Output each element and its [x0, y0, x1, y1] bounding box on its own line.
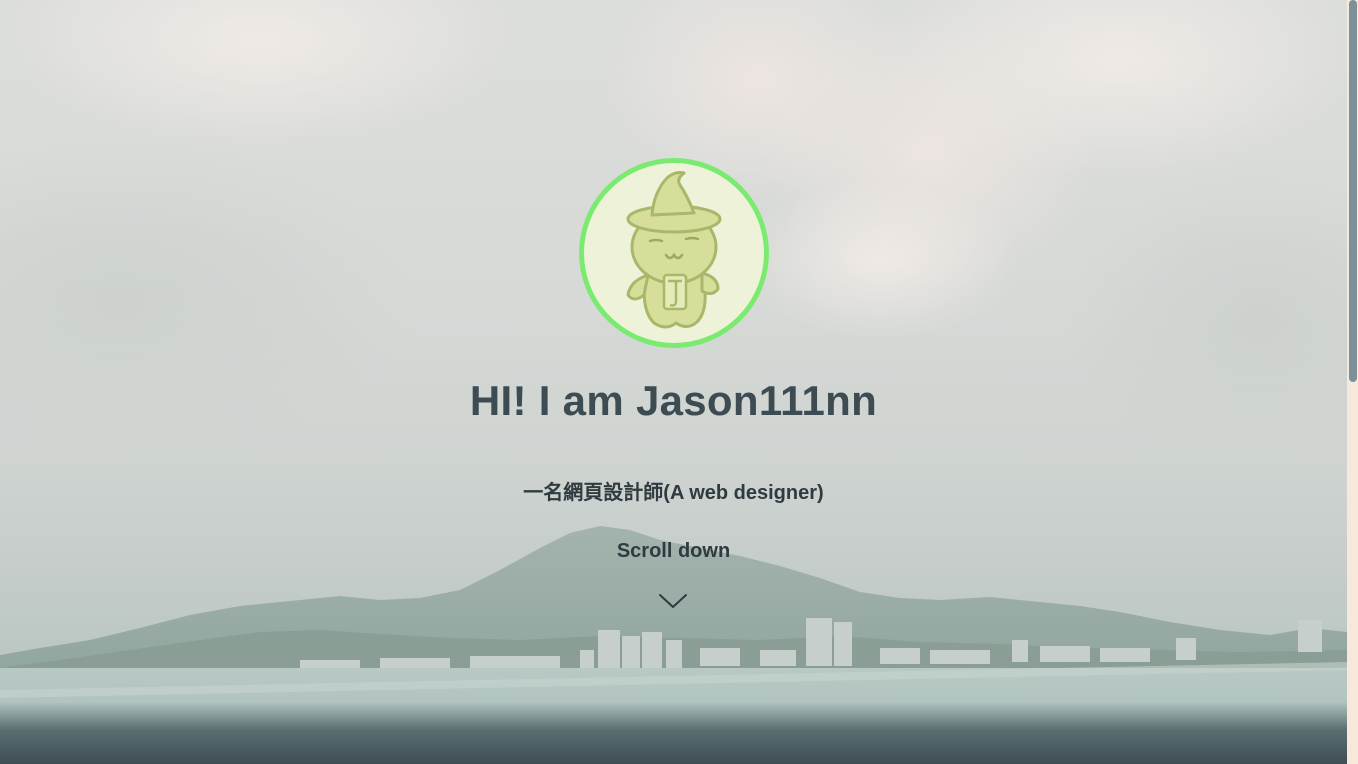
vertical-scrollbar[interactable]	[1347, 0, 1358, 764]
wizard-mascot-icon	[626, 171, 722, 329]
avatar	[579, 158, 769, 348]
hero-section: HI! I am Jason111nn 一名網頁設計師(A web design…	[0, 0, 1347, 764]
page-title: HI! I am Jason111nn	[469, 377, 878, 424]
scrollbar-thumb[interactable]	[1349, 0, 1357, 382]
page-subtitle: 一名網頁設計師(A web designer)	[523, 482, 824, 504]
chevron-down-icon[interactable]	[658, 592, 688, 610]
bottom-fade	[0, 702, 1347, 764]
scroll-down-label[interactable]: Scroll down	[0, 540, 1347, 563]
